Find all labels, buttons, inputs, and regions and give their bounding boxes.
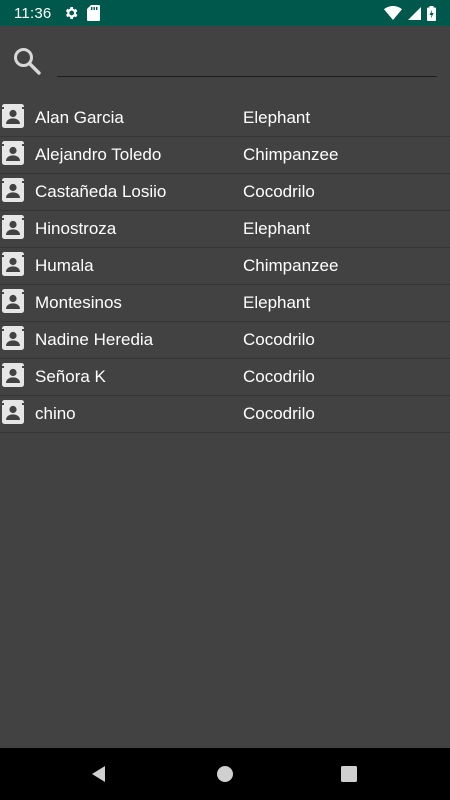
list-item-name: Humala	[35, 256, 94, 275]
list-item-animal: Cocodrilo	[243, 182, 315, 201]
search-icon[interactable]	[12, 46, 42, 76]
list-item-animal: Elephant	[243, 219, 311, 238]
list-item[interactable]: Alejandro Toledo Chimpanzee	[0, 137, 450, 174]
search-bar	[0, 26, 450, 98]
status-left-icons	[63, 5, 101, 21]
list-item-name: Alan Garcia	[35, 108, 124, 127]
list-item-name: Alejandro Toledo	[35, 145, 162, 164]
gear-icon	[66, 7, 78, 19]
list-item-name: Hinostroza	[35, 219, 117, 238]
list-item-name: Señora K	[35, 367, 106, 386]
list-item[interactable]: Alan Garcia Elephant	[0, 100, 450, 137]
list-item[interactable]: Señora K Cocodrilo	[0, 359, 450, 396]
contact-icon	[2, 215, 24, 239]
list-item-name: Nadine Heredia	[35, 330, 154, 349]
contact-icon-graphic	[2, 215, 24, 239]
recents-icon[interactable]	[337, 762, 361, 786]
list-item-name: Castañeda Losiio	[35, 182, 167, 201]
list-item[interactable]: Montesinos Elephant	[0, 285, 450, 322]
contact-icon	[2, 400, 24, 424]
list-item[interactable]: Hinostroza Elephant	[0, 211, 450, 248]
contact-icon	[2, 178, 24, 202]
contact-icon-graphic	[2, 252, 24, 276]
list-item-animal: Elephant	[243, 108, 311, 127]
contact-list: Alan Garcia Elephant Alejandro Toledo Chimp…	[0, 100, 450, 433]
wifi-icon	[384, 6, 402, 20]
navigation-bar	[0, 748, 450, 800]
contact-icon-graphic	[2, 289, 24, 313]
list-item[interactable]: Humala Chimpanzee	[0, 248, 450, 285]
status-bar: 11:36	[0, 0, 450, 26]
status-right-icons	[384, 0, 436, 26]
list-item-animal: Chimpanzee	[243, 256, 339, 275]
contact-icon	[2, 289, 24, 313]
list-item-animal: Cocodrilo	[243, 367, 315, 386]
contact-icon	[2, 141, 24, 165]
battery-icon	[427, 5, 436, 21]
list-item[interactable]: Castañeda Losiio Cocodrilo	[0, 174, 450, 211]
contact-icon-graphic	[2, 104, 24, 128]
status-time: 11:36	[14, 4, 52, 22]
contact-icon-graphic	[2, 400, 24, 424]
list-item-animal: Chimpanzee	[243, 145, 339, 164]
back-icon[interactable]	[87, 762, 111, 786]
list-item-animal: Cocodrilo	[243, 330, 315, 349]
list-item[interactable]: chino Cocodrilo	[0, 396, 450, 433]
list-item-animal: Elephant	[243, 293, 311, 312]
contact-icon	[2, 104, 24, 128]
list-item-animal: Cocodrilo	[243, 404, 315, 423]
list-item-name: chino	[35, 404, 76, 423]
contact-icon-graphic	[2, 141, 24, 165]
contact-icon-graphic	[2, 178, 24, 202]
list-item[interactable]: Nadine Heredia Cocodrilo	[0, 322, 450, 359]
contact-icon	[2, 252, 24, 276]
contact-icon	[2, 326, 24, 350]
home-icon[interactable]	[213, 762, 237, 786]
signal-icon	[408, 6, 421, 20]
contact-icon	[2, 363, 24, 387]
main-content: Alan Garcia Elephant Alejandro Toledo Chimp…	[0, 26, 450, 748]
contact-icon-graphic	[2, 363, 24, 387]
list-item-name: Montesinos	[35, 293, 122, 312]
sd-card-icon	[87, 5, 101, 21]
search-input[interactable]	[57, 56, 437, 77]
contact-icon-graphic	[2, 326, 24, 350]
